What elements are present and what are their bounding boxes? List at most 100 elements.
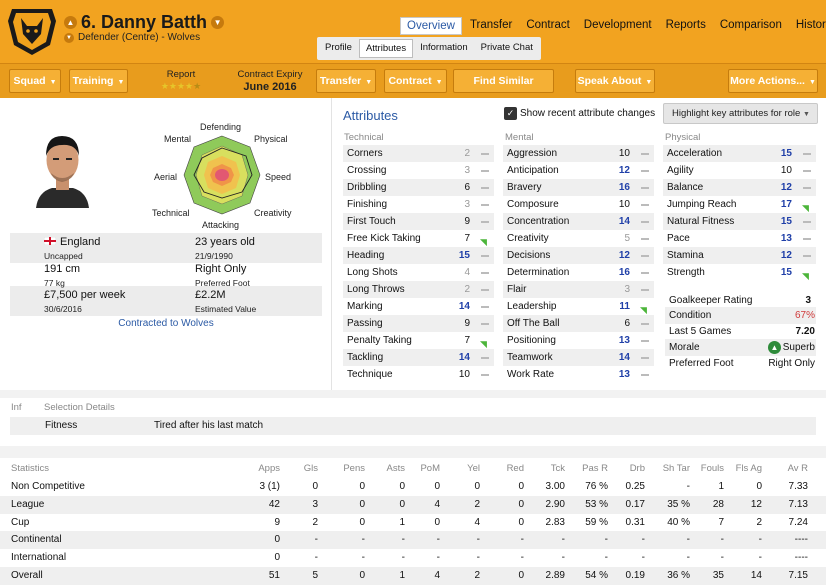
attribute-row[interactable]: Long Shots 4	[343, 264, 494, 281]
contracted-to-link[interactable]: Contracted to Wolves	[0, 318, 332, 329]
attribute-row[interactable]: Stamina 12	[663, 247, 816, 264]
statistics-column-header[interactable]: Av R	[758, 460, 808, 478]
attribute-row[interactable]: Concentration 14	[503, 213, 654, 230]
attribute-value: 15	[780, 267, 792, 278]
attribute-row[interactable]: Tackling 14	[343, 349, 494, 366]
tab-development[interactable]: Development	[578, 17, 658, 35]
statistics-row[interactable]: League 42 3 0 0 4 2 0 2.90 53 % 0.17 35 % 28 12 7.13	[0, 495, 826, 514]
attribute-row[interactable]: Composure 10	[503, 196, 654, 213]
name-menu-icon[interactable]: ▼	[211, 16, 225, 29]
statistics-column-header[interactable]: Drb	[595, 460, 645, 478]
statistics-cell: 3	[312, 498, 318, 510]
profile-panel: Defending Mental Physical Aerial Speed T…	[0, 98, 332, 390]
attribute-row[interactable]: Technique 10	[343, 366, 494, 383]
tab-reports[interactable]: Reports	[660, 17, 712, 35]
statistics-cell: ----	[794, 534, 808, 546]
attribute-row[interactable]: Bravery 16	[503, 179, 654, 196]
attribute-name: Crossing	[347, 165, 387, 176]
attribute-row[interactable]: Creativity 5	[503, 230, 654, 247]
statistics-row[interactable]: Non Competitive 3 (1) 0 0 0 0 0 0 3.00 76 % 0.25-1…	[0, 478, 826, 496]
chevron-down-icon: ▼	[802, 111, 810, 118]
statistics-title: Statistics	[11, 463, 50, 474]
attribute-row[interactable]: Flair 3	[503, 281, 654, 298]
player-name: 6. Danny Batth	[81, 12, 208, 32]
attribute-name: Penalty Taking	[347, 335, 412, 346]
preferred-foot: Right Only	[195, 263, 247, 275]
training-button[interactable]: Training ▼	[69, 69, 128, 93]
attribute-row[interactable]: Penalty Taking 7 ◥	[343, 332, 494, 349]
tab-overview[interactable]: Overview	[400, 17, 462, 35]
attribute-name: Concentration	[507, 216, 570, 227]
attribute-unchanged-icon	[641, 289, 649, 291]
attribute-row[interactable]: Pace 13	[663, 230, 816, 247]
more-actions-button[interactable]: More Actions... ▼	[728, 69, 818, 93]
sub-navigation: Profile Attributes Information Private C…	[317, 37, 541, 60]
attribute-row[interactable]: Decisions 12	[503, 247, 654, 264]
attribute-row[interactable]: Corners 2	[343, 145, 494, 162]
statistics-column-header[interactable]: Fls Ag	[712, 460, 762, 478]
attribute-row[interactable]: Anticipation 12	[503, 162, 654, 179]
attribute-row[interactable]: Acceleration 15	[663, 145, 816, 162]
transfer-button[interactable]: Transfer ▼	[316, 69, 376, 93]
statistics-row[interactable]: Overall 51 5 0 1 4 2 0 2.89 54 % 0.19 36 % 35 14 7.15	[0, 567, 826, 585]
attribute-row[interactable]: Dribbling 6	[343, 179, 494, 196]
subtab-information[interactable]: Information	[414, 39, 474, 58]
statistics-row[interactable]: Continental 0- - - - - - - - - - - - ----	[0, 531, 826, 550]
contract-button[interactable]: Contract ▼	[384, 69, 447, 93]
nationality[interactable]: England	[60, 236, 100, 248]
statistics-row[interactable]: International 0- - - - - - - - - - - - ----	[0, 549, 826, 567]
attribute-name: Stamina	[667, 250, 704, 261]
attribute-value: 13	[618, 335, 630, 346]
tab-contract[interactable]: Contract	[520, 17, 575, 35]
attribute-unchanged-icon	[481, 255, 489, 257]
find-similar-button[interactable]: Find Similar Players	[453, 69, 554, 109]
statistics-row[interactable]: Cup 9 2 0 1 0 4 0 2.83 59 % 0.31 40 % 7 2 7.24	[0, 514, 826, 532]
attribute-row[interactable]: First Touch 9	[343, 213, 494, 230]
attribute-name: First Touch	[347, 216, 396, 227]
statistics-row-label: League	[11, 498, 45, 510]
attribute-row[interactable]: Natural Fitness 15	[663, 213, 816, 230]
tab-history[interactable]: History	[790, 17, 826, 35]
attribute-value: 10	[780, 165, 792, 176]
highlight-role-button[interactable]: Highlight key attributes for role ▼	[663, 103, 818, 124]
subtab-profile[interactable]: Profile	[319, 39, 358, 58]
attribute-row[interactable]: Finishing 3	[343, 196, 494, 213]
attribute-row[interactable]: Leadership 11 ◥	[503, 298, 654, 315]
attribute-row[interactable]: Determination 16	[503, 264, 654, 281]
attribute-row[interactable]: Long Throws 2	[343, 281, 494, 298]
attribute-row[interactable]: Strength 15 ◥	[663, 264, 816, 281]
attribute-row[interactable]: Positioning 13	[503, 332, 654, 349]
squad-button[interactable]: Squad ▼	[9, 69, 61, 93]
position-dropdown-icon[interactable]: ▼	[64, 32, 74, 43]
attribute-row[interactable]: Off The Ball 6	[503, 315, 654, 332]
attribute-value: 13	[780, 233, 792, 244]
attribute-row[interactable]: Balance 12	[663, 179, 816, 196]
chevron-down-icon: ▼	[808, 79, 816, 86]
action-toolbar: Squad ▼ Training ▼ Report ★★★★★ Contract E…	[0, 63, 826, 109]
subtab-attributes[interactable]: Attributes	[358, 39, 414, 58]
speak-about-button[interactable]: Speak About ▼	[575, 69, 655, 93]
preferred-foot-label: Preferred Foot	[195, 278, 250, 288]
tab-comparison[interactable]: Comparison	[714, 17, 788, 35]
attribute-row[interactable]: Heading 15	[343, 247, 494, 264]
attribute-row[interactable]: Agility 10	[663, 162, 816, 179]
attribute-value: 3	[464, 199, 470, 210]
attribute-row[interactable]: Marking 14	[343, 298, 494, 315]
attribute-row[interactable]: Jumping Reach 17 ◥	[663, 196, 816, 213]
attribute-row[interactable]: Free Kick Taking 7 ◥	[343, 230, 494, 247]
attribute-row[interactable]: Work Rate 13	[503, 366, 654, 383]
attribute-row[interactable]: Aggression 10	[503, 145, 654, 162]
tab-transfer[interactable]: Transfer	[464, 17, 518, 35]
attribute-row[interactable]: Teamwork 14	[503, 349, 654, 366]
statistics-column-header[interactable]: Gls	[268, 460, 318, 478]
contract-end-date: 30/6/2016	[44, 304, 82, 314]
name-dropdown-icon[interactable]: ▲	[64, 16, 77, 29]
statistics-column-header[interactable]: Yel	[430, 460, 480, 478]
subtab-private-chat[interactable]: Private Chat	[475, 39, 539, 58]
attribute-unchanged-icon	[481, 323, 489, 325]
attribute-unchanged-icon	[481, 170, 489, 172]
attribute-row[interactable]: Passing 9	[343, 315, 494, 332]
attribute-row[interactable]: Crossing 3	[343, 162, 494, 179]
show-changes-checkbox[interactable]: ✓	[504, 107, 517, 120]
report-stars[interactable]: ★★★★★	[150, 81, 212, 92]
